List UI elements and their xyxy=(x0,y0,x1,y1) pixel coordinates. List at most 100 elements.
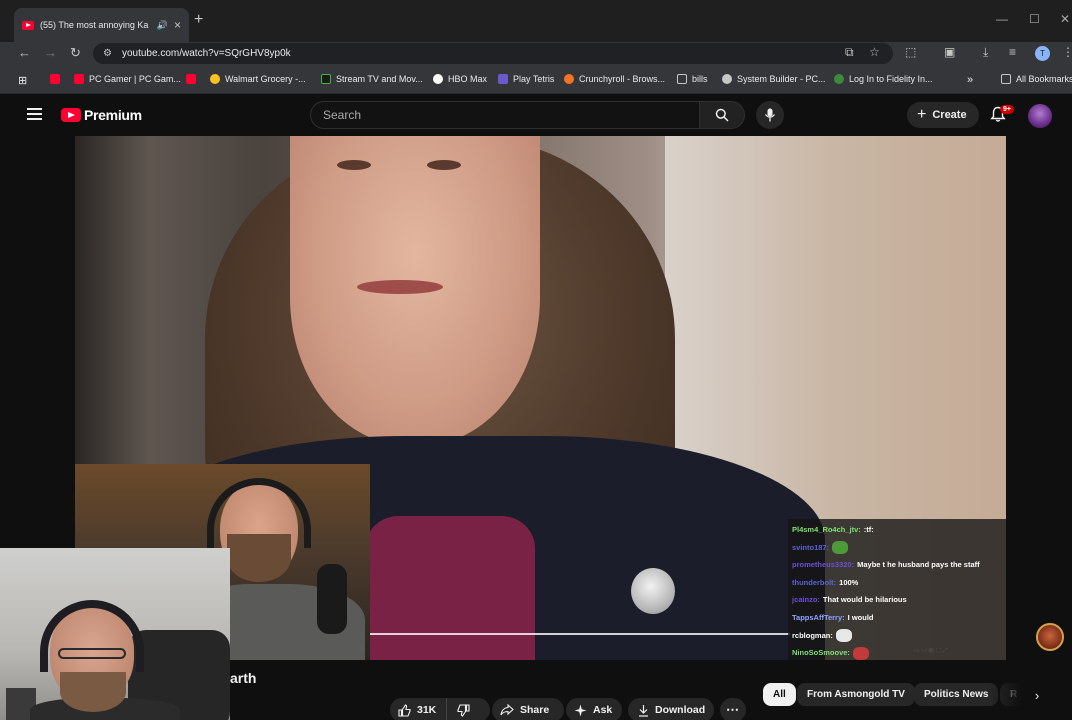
bookmark-tetris[interactable]: Play Tetris xyxy=(498,74,554,84)
more-actions-button[interactable]: ⋯ xyxy=(720,698,746,720)
floating-channel-avatar[interactable] xyxy=(1036,623,1064,651)
bookmark-walmart[interactable]: Walmart Grocery -... xyxy=(210,74,306,84)
bookmark-youtube-icon[interactable] xyxy=(50,74,60,84)
chat-username[interactable]: rcblogman: xyxy=(792,631,833,640)
download-arrow-icon xyxy=(639,704,648,717)
all-bookmarks-folder[interactable]: All Bookmarks xyxy=(1001,74,1072,84)
browser-tab-active[interactable]: (55) The most annoying Ka 🔊 × xyxy=(14,8,189,42)
video-subject-blouse xyxy=(365,516,535,660)
chat-text: Maybe t he husband pays the staff xyxy=(857,560,980,570)
browser-profile-avatar[interactable]: T xyxy=(1035,46,1050,61)
search-button[interactable] xyxy=(700,101,745,129)
search-box[interactable] xyxy=(310,101,700,129)
reactor-webcam-overlay xyxy=(0,548,230,720)
reload-icon[interactable]: ↻ xyxy=(70,45,81,61)
menu-kebab-icon[interactable]: ⋮ xyxy=(1062,45,1072,59)
lapel-pin xyxy=(631,568,675,614)
window-close-icon[interactable]: ✕ xyxy=(1060,12,1070,26)
minimize-icon[interactable]: — xyxy=(996,12,1008,26)
site-info-icon[interactable]: ⚙ xyxy=(103,48,112,59)
more-bookmarks-chevron-icon[interactable]: » xyxy=(967,74,973,86)
bookmark-system-builder[interactable]: System Builder - PC... xyxy=(722,74,826,84)
dislike-button[interactable] xyxy=(447,698,480,720)
chat-message: thunderbolt: 100% xyxy=(792,574,1002,592)
chat-text: :tf: xyxy=(863,525,874,534)
chat-username[interactable]: svinto187: xyxy=(792,543,829,552)
address-url: youtube.com/watch?v=SQrGHV8yp0k xyxy=(121,48,291,59)
forward-arrow-icon[interactable]: → xyxy=(44,45,57,60)
chat-footer-icons: ▭ ▭ ◍ ⬚ ⤢ xyxy=(914,648,948,654)
youtube-masthead: Premium + Create xyxy=(0,94,1072,136)
chat-message: rcblogman: xyxy=(792,627,1002,645)
new-tab-plus-icon[interactable]: + xyxy=(194,11,203,29)
chat-username[interactable]: thunderbolt: xyxy=(792,578,836,587)
bookmark-hulu[interactable]: Stream TV and Mov... xyxy=(321,74,423,84)
create-button[interactable]: + Create xyxy=(907,102,979,128)
bookmark-fidelity[interactable]: Log In to Fidelity In... xyxy=(834,74,933,84)
apps-grid-icon[interactable]: ⊞ xyxy=(18,74,27,87)
chat-username[interactable]: TappsAffTerry: xyxy=(792,613,845,622)
chat-text: I would xyxy=(847,612,874,622)
headphones-icon xyxy=(207,478,311,548)
thumbs-up-icon xyxy=(398,703,411,717)
share-label: Share xyxy=(520,704,550,716)
video-title: arth xyxy=(230,670,257,686)
download-button[interactable]: Download xyxy=(628,698,714,720)
chat-message: prometheus3320: Maybe t he husband pays t… xyxy=(792,556,1002,574)
account-avatar[interactable] xyxy=(1028,104,1052,128)
chip-all[interactable]: All xyxy=(763,683,796,706)
pc-gamer-icon xyxy=(74,74,84,84)
embedded-progress-line xyxy=(370,633,790,635)
address-bar[interactable]: ⚙ youtube.com/watch?v=SQrGHV8yp0k xyxy=(93,43,893,64)
tab-title: (55) The most annoying Ka xyxy=(40,20,149,30)
plus-icon: + xyxy=(917,106,927,123)
bookmark-youtube-2-icon[interactable] xyxy=(186,74,196,84)
chat-username[interactable]: prometheus3320: xyxy=(792,560,854,569)
chat-emote-icon xyxy=(852,646,869,660)
chip-from-asmongold-tv[interactable]: From Asmongold TV xyxy=(797,683,915,706)
bookmark-pc-gamer[interactable]: PC Gamer | PC Gam... xyxy=(74,74,181,84)
chat-text: That would be hilarious xyxy=(822,595,907,605)
tetris-icon xyxy=(498,74,508,84)
folder-icon xyxy=(677,74,687,84)
bookmarks-bar: ⊞ PC Gamer | PC Gam... Walmart Grocery -… xyxy=(0,66,1072,94)
browser-tab-strip: (55) The most annoying Ka 🔊 × + — ☐ ✕ xyxy=(0,0,1072,42)
chat-username[interactable]: NinoSoSmoove: xyxy=(792,648,850,657)
media-controls-icon[interactable]: ≡ xyxy=(1009,45,1016,59)
ask-label: Ask xyxy=(593,704,613,716)
share-button[interactable]: Share xyxy=(492,698,564,720)
side-panel-icon[interactable]: ▣ xyxy=(944,45,955,59)
extensions-icon[interactable]: ⬚ xyxy=(905,45,916,59)
like-button[interactable]: 31K xyxy=(390,698,448,720)
sparkle-icon xyxy=(574,704,587,716)
chevron-right-icon[interactable]: › xyxy=(1028,686,1046,704)
bookmark-crunchyroll[interactable]: Crunchyroll - Brows... xyxy=(564,74,665,84)
youtube-premium-logo[interactable]: Premium xyxy=(61,107,142,123)
search-icon xyxy=(715,108,729,122)
youtube-favicon-icon xyxy=(22,20,34,30)
chat-username[interactable]: jcainzo: xyxy=(792,595,820,604)
speaker-icon[interactable]: 🔊 xyxy=(157,20,168,31)
chat-message: svinto187: xyxy=(792,539,1002,557)
more-horizontal-icon: ⋯ xyxy=(726,702,740,717)
bookmark-folder-bills[interactable]: bills xyxy=(677,74,708,84)
bookmark-hbo-max[interactable]: HBO Max xyxy=(433,74,487,84)
voice-search-button[interactable] xyxy=(756,101,784,129)
cast-icon[interactable]: ⧉ xyxy=(845,45,854,60)
download-label: Download xyxy=(655,704,706,716)
chat-username[interactable]: Pl4sm4_Ro4ch_jtv: xyxy=(792,525,861,534)
chip-politics-news[interactable]: Politics News xyxy=(914,683,999,706)
microphone-icon xyxy=(764,108,776,122)
ask-button[interactable]: Ask xyxy=(566,698,622,720)
youtube-play-logo-icon xyxy=(61,108,81,122)
walmart-spark-icon xyxy=(210,74,220,84)
chat-emote-icon xyxy=(835,629,852,643)
download-icon[interactable]: ⤓ xyxy=(983,45,988,60)
maximize-icon[interactable]: ☐ xyxy=(1029,12,1040,26)
search-input[interactable] xyxy=(323,108,699,122)
back-arrow-icon[interactable]: ← xyxy=(18,45,31,60)
guide-menu-icon[interactable] xyxy=(27,108,42,120)
bookmark-star-icon[interactable]: ☆ xyxy=(869,45,880,59)
notification-count-badge: 9+ xyxy=(1000,105,1014,114)
close-tab-icon[interactable]: × xyxy=(174,18,181,32)
